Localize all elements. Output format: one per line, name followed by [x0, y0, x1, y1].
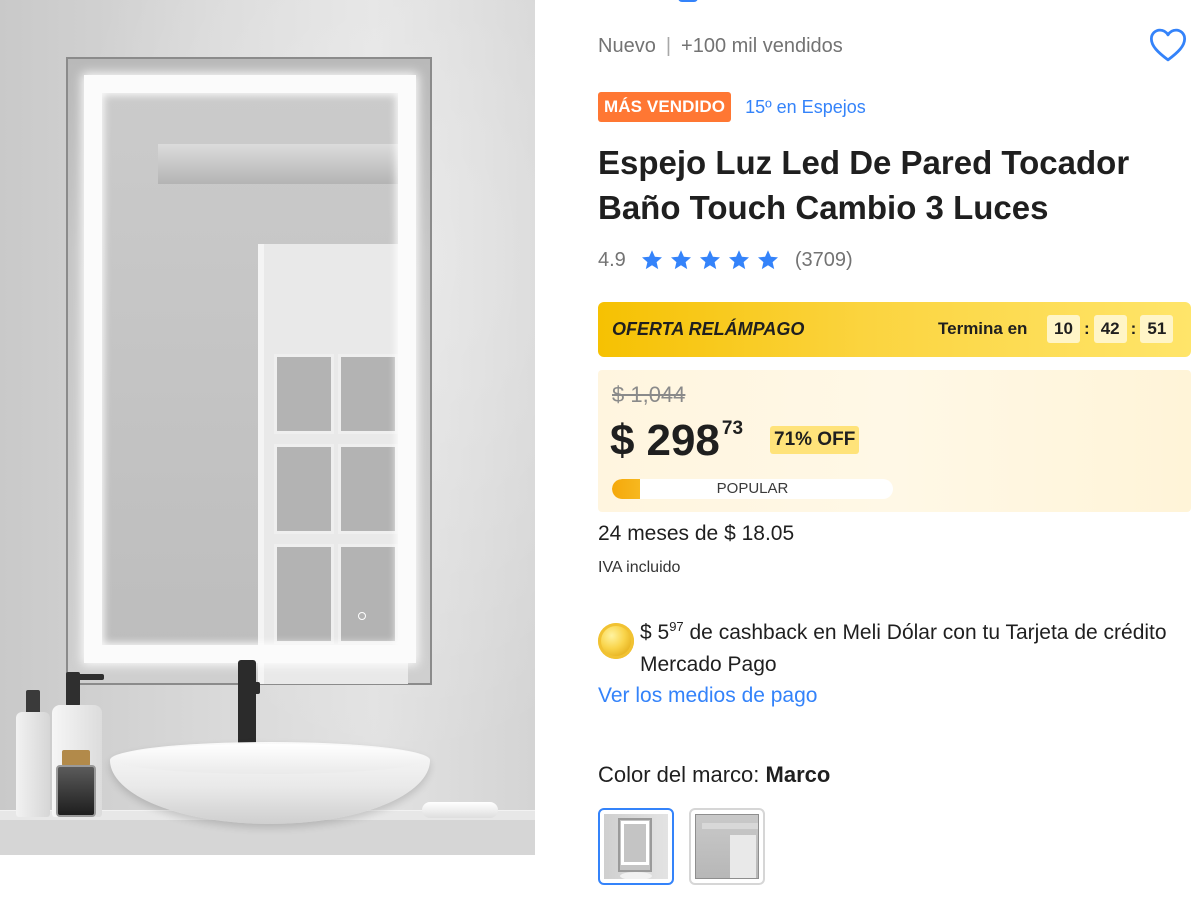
product-gallery[interactable] — [0, 0, 555, 917]
sold-count: +100 mil vendidos — [681, 35, 843, 57]
flash-sale-label: OFERTA RELÁMPAGO — [612, 319, 805, 339]
variant-label-text: Color del marco: — [598, 762, 766, 787]
variant-swatch-marco[interactable] — [598, 808, 674, 885]
rating-value: 4.9 — [598, 248, 626, 271]
star-icon — [670, 250, 691, 270]
countdown-hours: 10 — [1047, 315, 1080, 343]
tax-note: IVA incluido — [598, 559, 681, 576]
product-title: Espejo Luz Led De Pared Tocador Baño Tou… — [598, 144, 1130, 226]
bottle — [16, 712, 50, 817]
original-price: $ 1,044 — [612, 382, 686, 407]
cashback-amount: $ 5 — [640, 621, 670, 644]
category-rank-link[interactable]: 15º en Espejos — [745, 97, 866, 118]
flash-sale-banner: OFERTA RELÁMPAGO Termina en 10 : 42 : 51 — [598, 302, 1191, 357]
pump-cap — [66, 672, 80, 706]
touch-sensor-icon — [358, 612, 366, 620]
pump-nozzle — [76, 674, 104, 680]
popularity-bar: POPULAR — [612, 479, 893, 499]
vanity-counter-front — [0, 820, 535, 855]
flash-sale-ends-label: Termina en — [938, 319, 1028, 338]
variant-thumbnail — [695, 814, 759, 879]
meli-dolar-coin-icon — [598, 623, 634, 659]
star-icon — [728, 250, 749, 270]
countdown-separator: : — [1084, 319, 1090, 338]
glass-jar — [56, 765, 96, 817]
cashback-text: $ 597 de cashback en Meli Dólar con tu T… — [640, 611, 1192, 681]
popularity-label: POPULAR — [716, 480, 789, 497]
countdown-minutes: 42 — [1093, 315, 1127, 343]
thumb-led-frame — [621, 821, 649, 865]
variant-selected-value: Marco — [765, 762, 831, 787]
condition-and-sales: Nuevo | +100 mil vendidos — [598, 35, 843, 58]
variant-swatch-alt[interactable] — [689, 808, 765, 885]
product-details: Nuevo | +100 mil vendidos MÁS VENDIDO 15º … — [598, 0, 1194, 917]
cropped-link-underline — [678, 0, 698, 2]
countdown-seconds: 51 — [1140, 315, 1174, 343]
best-seller-badge: MÁS VENDIDO — [598, 92, 732, 122]
star-icon — [757, 250, 778, 270]
rating-summary[interactable]: 4.9 (3709) — [598, 243, 853, 277]
variant-label: Color del marco: Marco — [598, 762, 830, 788]
thumb-sink — [620, 872, 652, 879]
variant-swatches — [598, 808, 780, 885]
price-integer: 298 — [646, 416, 720, 465]
star-icon — [641, 250, 662, 270]
price-cents: 73 — [721, 418, 744, 439]
cashback-cents: 97 — [669, 619, 684, 634]
cashback-info: $ 597 de cashback en Meli Dólar con tu T… — [598, 611, 1192, 681]
faucet-spout — [238, 682, 260, 694]
review-count: (3709) — [794, 248, 853, 271]
cashback-description: de cashback en Meli Dólar con tu Tarjeta… — [640, 621, 1167, 676]
price-box: $ 1,044 $ 298 73 71% OFF POPULAR — [598, 370, 1191, 512]
thumb-molding — [702, 823, 758, 829]
current-price: $ 298 73 — [610, 412, 743, 470]
condition-label: Nuevo — [598, 35, 656, 57]
led-light-frame — [84, 75, 416, 663]
heart-outline-icon — [1149, 28, 1187, 62]
favorite-button[interactable] — [1147, 24, 1189, 66]
discount-badge: 71% OFF — [770, 426, 860, 454]
countdown-timer: 10 : 42 : 51 — [1047, 315, 1174, 343]
payment-methods-link[interactable]: Ver los medios de pago — [598, 684, 817, 708]
star-icon — [699, 250, 720, 270]
installments-text: 24 meses de $ 18.05 — [598, 522, 795, 545]
faucet — [238, 660, 256, 745]
jar-cap — [62, 750, 90, 766]
price-currency: $ — [610, 416, 635, 465]
product-image[interactable] — [0, 0, 535, 855]
soap-bar — [422, 802, 498, 818]
countdown-separator: : — [1130, 319, 1137, 338]
sink-rim — [112, 744, 428, 774]
rating-stars — [640, 248, 785, 272]
variant-thumbnail — [604, 814, 668, 879]
badges: MÁS VENDIDO 15º en Espejos — [598, 91, 866, 123]
thumb-door — [730, 835, 756, 878]
separator: | — [665, 35, 672, 57]
bottle-cap — [26, 690, 40, 714]
